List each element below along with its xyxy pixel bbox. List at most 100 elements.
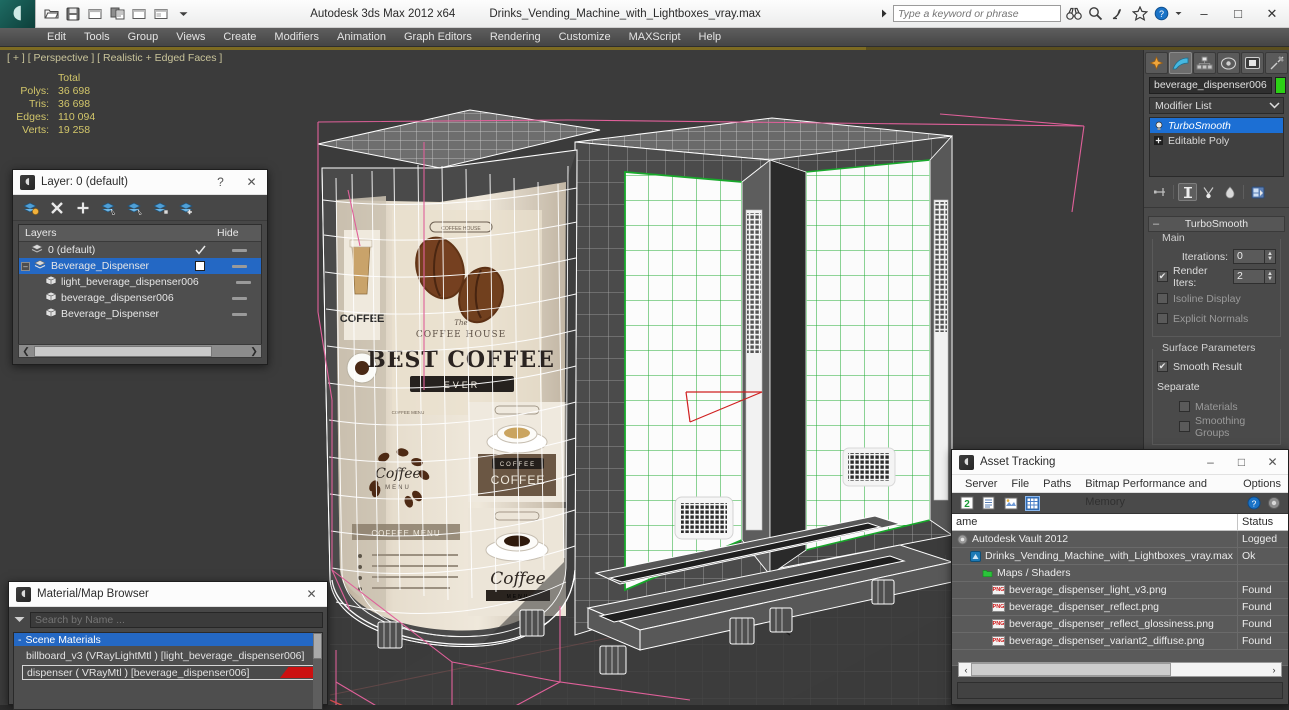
viewport-label[interactable]: [ + ] [ Perspective ] [ Realistic + Edge… (7, 52, 222, 64)
layer-dialog[interactable]: ◖ Layer: 0 (default) ? ✕ Layers Hide 0 (… (12, 169, 268, 365)
open-file-icon[interactable] (41, 4, 61, 24)
close-button[interactable]: ✕ (1255, 0, 1289, 28)
favorites-star-icon[interactable] (1130, 4, 1149, 23)
object-color-swatch[interactable] (1274, 77, 1286, 94)
separate-smoothing-groups-checkbox[interactable] (1179, 421, 1190, 432)
explicit-normals-checkbox[interactable] (1157, 313, 1168, 324)
menu-modifiers[interactable]: Modifiers (265, 28, 328, 47)
motion-tab[interactable] (1217, 52, 1240, 74)
make-unique-icon[interactable] (1199, 183, 1218, 201)
layer-hide-toggle[interactable] (217, 296, 261, 300)
material-list[interactable]: - Scene Materials billboard_v3 (VRayLigh… (13, 632, 323, 710)
material-row-dispenser[interactable]: dispenser ( VRayMtl ) [beverage_dispense… (22, 665, 320, 680)
field-separate-materials[interactable]: Materials (1157, 398, 1276, 415)
redo-icon[interactable] (107, 4, 127, 24)
asset-row-maps-shaders[interactable]: Maps / Shaders (952, 564, 1288, 582)
modifier-stack-item-turbosmooth[interactable]: TurboSmooth (1150, 118, 1283, 133)
browser-options-caret-icon[interactable] (13, 613, 26, 626)
grid-view-icon[interactable] (1025, 495, 1040, 511)
select-objects-in-layer-icon[interactable] (100, 199, 117, 216)
menu-edit[interactable]: Edit (38, 28, 75, 47)
asset-menu-paths[interactable]: Paths (1036, 475, 1078, 493)
layer-hide-toggle[interactable] (217, 248, 261, 252)
modifier-list-dropdown[interactable]: Modifier List (1149, 97, 1284, 114)
field-explicit-normals[interactable]: Explicit Normals (1157, 310, 1276, 327)
expander-icon[interactable]: – (21, 261, 30, 271)
add-to-layer-icon[interactable] (74, 199, 91, 216)
thumbnail-view-icon[interactable] (1003, 496, 1018, 511)
field-smooth-result[interactable]: Smooth Result (1157, 358, 1276, 375)
delete-layer-icon[interactable] (48, 199, 65, 216)
new-layer-icon[interactable] (22, 199, 39, 216)
minimize-button[interactable]: – (1187, 0, 1221, 28)
spinner-arrows-icon[interactable]: ▲ ▼ (1265, 269, 1276, 284)
field-separate-smoothing-groups[interactable]: Smoothing Groups (1157, 415, 1276, 439)
material-search-input[interactable] (30, 611, 323, 628)
set-current-layer-icon[interactable] (152, 199, 169, 216)
asset-maximize-button[interactable]: □ (1226, 450, 1257, 475)
magnifier-icon[interactable] (1086, 4, 1105, 23)
menu-rendering[interactable]: Rendering (481, 28, 550, 47)
app-logo-icon[interactable]: ◖ (0, 0, 36, 28)
scene-materials-group-header[interactable]: - Scene Materials (14, 633, 322, 646)
configure-modifier-sets-icon[interactable] (1248, 183, 1267, 201)
asset-row-vault[interactable]: Autodesk Vault 2012 Logged (952, 530, 1288, 548)
asset-tracking-rows[interactable]: Autodesk Vault 2012 Logged Drinks_Vendin… (952, 530, 1288, 666)
asset-menu-file[interactable]: File (1004, 475, 1036, 493)
asset-row-max-file[interactable]: Drinks_Vending_Machine_with_Lightboxes_v… (952, 547, 1288, 565)
search-input[interactable] (893, 5, 1061, 22)
vault-icon[interactable] (1266, 496, 1281, 511)
key-filters-icon[interactable] (151, 4, 171, 24)
spinner-arrows-icon[interactable]: ▲ ▼ (1265, 249, 1276, 264)
menu-views[interactable]: Views (167, 28, 214, 47)
lightbulb-icon[interactable] (1153, 120, 1164, 131)
binoculars-icon[interactable] (1064, 4, 1083, 23)
material-row-billboard[interactable]: billboard_v3 (VRayLightMtl ) [light_beve… (22, 648, 320, 663)
help-dropdown-icon[interactable] (1174, 4, 1183, 23)
asset-row-png-3[interactable]: PNG beverage_dispenser_reflect_glossines… (952, 615, 1288, 633)
menu-customize[interactable]: Customize (550, 28, 620, 47)
layer-hide-toggle[interactable] (217, 312, 261, 316)
menu-group[interactable]: Group (119, 28, 168, 47)
asset-menu-options[interactable]: Options (1236, 475, 1288, 493)
layer-list[interactable]: Layers Hide 0 (default) – Beverage_Dispe… (18, 224, 262, 352)
display-tab[interactable] (1241, 52, 1264, 74)
set-key-icon[interactable] (129, 4, 149, 24)
refresh-assets-icon[interactable]: 2 (959, 496, 974, 511)
layer-row-light-beverage-dispenser006[interactable]: light_beverage_dispenser006 (19, 274, 261, 290)
modifier-stack[interactable]: TurboSmooth Editable Poly (1149, 117, 1284, 177)
pin-stack-icon[interactable] (1150, 183, 1169, 201)
layer-hide-toggle[interactable] (226, 280, 261, 284)
highlight-selected-icon[interactable] (126, 199, 143, 216)
menu-tools[interactable]: Tools (75, 28, 119, 47)
modify-tab[interactable] (1169, 52, 1192, 74)
remove-modifier-icon[interactable] (1220, 183, 1239, 201)
render-iters-spinner[interactable]: 2 ▲ ▼ (1233, 269, 1276, 284)
undo-icon[interactable] (85, 4, 105, 24)
scroll-thumb[interactable] (313, 633, 322, 659)
layer-hide-toggle[interactable] (217, 264, 261, 268)
subscription-icon[interactable] (1108, 4, 1127, 23)
asset-row-png-1[interactable]: PNG beverage_dispenser_light_v3.png Foun… (952, 581, 1288, 599)
scroll-left-icon[interactable]: ‹ (959, 664, 973, 676)
layer-row-beverage-dispenser-object[interactable]: Beverage_Dispenser (19, 306, 261, 322)
render-iters-value[interactable]: 2 (1233, 269, 1265, 284)
expand-plus-icon[interactable] (1153, 135, 1164, 146)
save-file-icon[interactable] (63, 4, 83, 24)
menu-create[interactable]: Create (214, 28, 265, 47)
separate-materials-checkbox[interactable] (1179, 401, 1190, 412)
field-isoline-display[interactable]: Isoline Display (1157, 290, 1276, 307)
asset-menu-bitmap-performance[interactable]: Bitmap Performance and Memory (1078, 475, 1236, 508)
scroll-left-icon[interactable]: ❮ (19, 345, 33, 357)
asset-tracking-dialog[interactable]: ◖ Asset Tracking – □ ✕ Server File Paths… (951, 449, 1289, 705)
help-icon[interactable]: ? (1152, 4, 1171, 23)
utilities-tab[interactable] (1265, 52, 1288, 74)
hierarchy-tab[interactable] (1193, 52, 1216, 74)
menu-animation[interactable]: Animation (328, 28, 395, 47)
layer-row-default[interactable]: 0 (default) (19, 242, 261, 258)
asset-close-button[interactable]: ✕ (1257, 450, 1288, 475)
material-browser-close-button[interactable]: ✕ (296, 582, 327, 607)
layer-current-check[interactable] (183, 245, 217, 255)
render-iters-checkbox[interactable] (1157, 271, 1168, 282)
asset-row-png-4[interactable]: PNG beverage_dispenser_variant2_diffuse.… (952, 632, 1288, 650)
